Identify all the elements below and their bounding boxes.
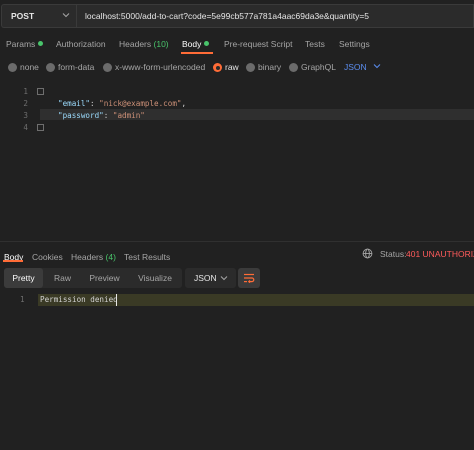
wrap-lines-icon xyxy=(244,273,255,283)
tab-headers[interactable]: Headers (10) xyxy=(119,36,169,54)
response-status: Status: 401 UNAUTHORIZED xyxy=(362,248,474,260)
tab-cookies[interactable]: Cookies xyxy=(32,249,63,267)
radio-raw[interactable] xyxy=(213,63,222,72)
active-tab-underline xyxy=(181,52,213,54)
status-code[interactable]: 401 UNAUTHORIZED xyxy=(406,249,474,259)
code-line: "password": "admin" xyxy=(58,111,145,120)
fold-marker[interactable] xyxy=(37,88,44,95)
view-visualize[interactable]: Visualize xyxy=(128,268,182,288)
params-indicator-dot xyxy=(38,41,44,47)
pane-divider[interactable] xyxy=(0,241,474,242)
json-sep: : xyxy=(90,99,100,108)
tab-cookies-label: Cookies xyxy=(32,252,63,262)
url-input[interactable]: localhost:5000/add-to-cart?code=5e99cb57… xyxy=(76,4,474,28)
method-label: POST xyxy=(11,11,35,21)
tab-params-label: Params xyxy=(6,39,36,49)
tab-headers-count: (10) xyxy=(153,39,169,49)
radio-raw-label[interactable]: raw xyxy=(225,62,239,72)
radio-binary[interactable] xyxy=(246,63,255,72)
tab-settings-label: Settings xyxy=(339,39,370,49)
response-tab-underline xyxy=(3,260,23,262)
globe-icon[interactable] xyxy=(362,248,373,259)
body-indicator-dot xyxy=(204,41,210,47)
radio-none-label[interactable]: none xyxy=(20,62,39,72)
radio-graphql[interactable] xyxy=(289,63,298,72)
tab-tests[interactable]: Tests xyxy=(305,36,325,54)
view-preview[interactable]: Preview xyxy=(83,268,126,288)
tab-settings[interactable]: Settings xyxy=(339,36,370,54)
tab-response-headers-count: (4) xyxy=(105,252,116,262)
body-format-select[interactable]: JSON xyxy=(344,62,381,72)
line-number: 1 xyxy=(20,295,25,304)
response-format-label: JSON xyxy=(194,273,217,283)
json-end: , xyxy=(181,99,187,108)
chevron-down-icon xyxy=(373,64,381,69)
tab-authorization-label: Authorization xyxy=(56,39,106,49)
response-body-viewer[interactable]: 1 Permission denied xyxy=(0,294,474,306)
tab-test-results-label: Test Results xyxy=(124,252,171,262)
line-number: 4 xyxy=(23,123,28,132)
url-text: localhost:5000/add-to-cart?code=5e99cb57… xyxy=(85,11,370,21)
request-tabs: Params Authorization Headers (10) Body P… xyxy=(0,36,474,54)
json-key: "password" xyxy=(58,111,104,120)
body-format-label: JSON xyxy=(344,62,367,72)
response-text: Permission denied xyxy=(40,295,118,304)
code-line: "email": "nick@example.com", xyxy=(58,99,186,108)
json-value: "nick@example.com" xyxy=(99,99,182,108)
status-label: Status: xyxy=(380,249,407,259)
body-type-options: none form-data x-www-form-urlencoded raw… xyxy=(0,60,474,76)
view-mode-group: Pretty Raw Preview Visualize xyxy=(4,268,182,288)
url-bar: POST localhost:5000/add-to-cart?code=5e9… xyxy=(1,4,474,28)
wrap-lines-button[interactable] xyxy=(238,268,260,288)
method-select[interactable]: POST xyxy=(1,4,76,28)
radio-graphql-label[interactable]: GraphQL xyxy=(301,62,336,72)
radio-form-data[interactable] xyxy=(46,63,55,72)
tab-response-body[interactable]: Body xyxy=(4,249,23,267)
json-sep: : xyxy=(103,111,113,120)
tab-pre-request-script[interactable]: Pre-request Script xyxy=(224,36,293,54)
tab-pre-request-script-label: Pre-request Script xyxy=(224,39,293,49)
response-format-select[interactable]: JSON xyxy=(185,268,236,288)
chevron-down-icon xyxy=(62,13,70,18)
line-number: 3 xyxy=(23,111,28,120)
request-body-editor[interactable]: 1 2 3 4 "email": "nick@example.com", "pa… xyxy=(0,84,474,240)
view-raw[interactable]: Raw xyxy=(43,268,82,288)
line-number: 1 xyxy=(23,87,28,96)
radio-none[interactable] xyxy=(8,63,17,72)
fold-marker[interactable] xyxy=(37,124,44,131)
json-value: "admin" xyxy=(112,111,145,120)
tab-authorization[interactable]: Authorization xyxy=(56,36,106,54)
tab-headers-label: Headers xyxy=(119,39,152,49)
radio-binary-label[interactable]: binary xyxy=(258,62,281,72)
view-pretty[interactable]: Pretty xyxy=(4,268,43,288)
tab-body-label: Body xyxy=(182,39,202,49)
tab-test-results[interactable]: Test Results xyxy=(124,249,170,267)
tab-response-headers-label: Headers xyxy=(71,252,104,262)
tab-response-headers[interactable]: Headers (4) xyxy=(71,249,116,267)
text-cursor xyxy=(116,294,117,306)
line-number: 2 xyxy=(23,99,28,108)
radio-urlencoded-label[interactable]: x-www-form-urlencoded xyxy=(115,62,205,72)
radio-form-data-label[interactable]: form-data xyxy=(58,62,94,72)
tab-params[interactable]: Params xyxy=(6,36,44,54)
radio-urlencoded[interactable] xyxy=(103,63,112,72)
response-view-bar: Pretty Raw Preview Visualize JSON xyxy=(4,268,260,288)
chevron-down-icon xyxy=(220,276,228,281)
json-key: "email" xyxy=(58,99,91,108)
tab-tests-label: Tests xyxy=(305,39,325,49)
